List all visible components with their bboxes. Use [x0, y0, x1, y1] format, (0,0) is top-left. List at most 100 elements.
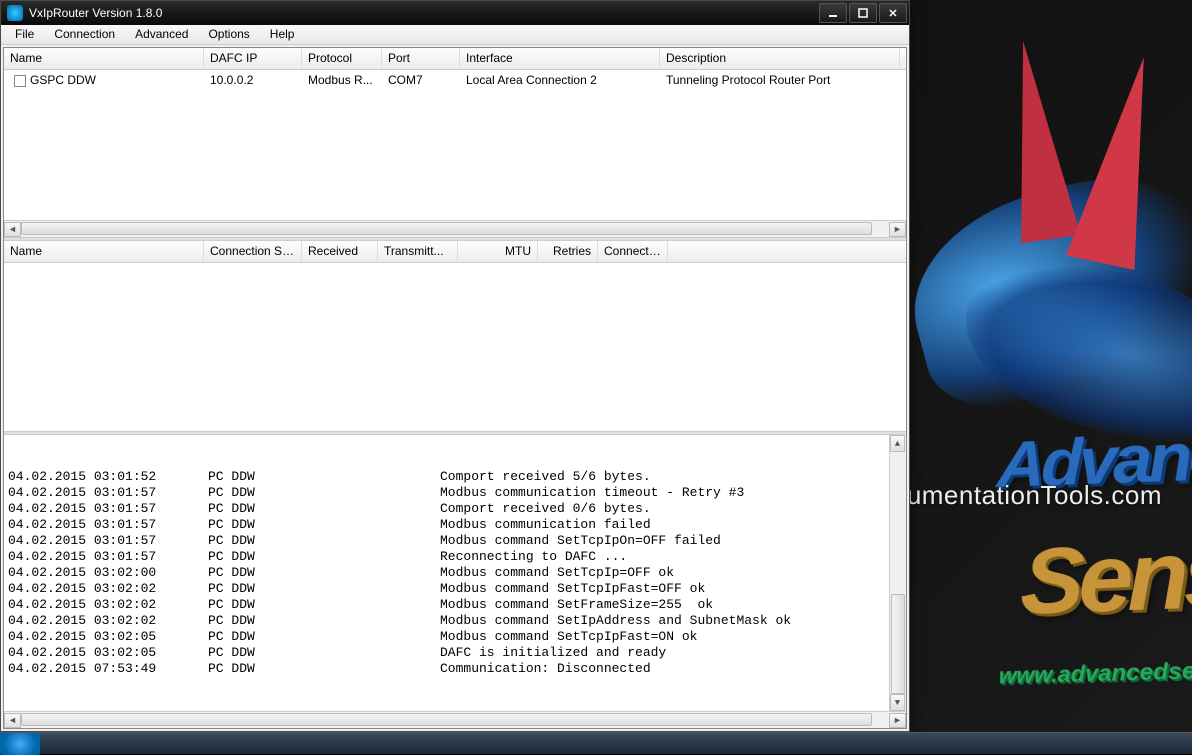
- column-header[interactable]: Connecti...: [598, 241, 668, 262]
- log-message: Modbus command SetTcpIp=OFF ok: [440, 565, 902, 581]
- window-title: VxIpRouter Version 1.8.0: [29, 6, 819, 20]
- log-line: 04.02.2015 03:02:05PC DDWDAFC is initial…: [8, 645, 902, 661]
- scroll-up-button[interactable]: ▲: [890, 435, 905, 452]
- close-button[interactable]: [879, 3, 907, 23]
- column-header[interactable]: Connection St...: [204, 241, 302, 262]
- scroll-down-button[interactable]: ▼: [890, 694, 905, 711]
- log-message: Comport received 5/6 bytes.: [440, 469, 902, 485]
- app-window: VxIpRouter Version 1.8.0 File Connection…: [0, 0, 910, 732]
- desktop-3d-logo: Advanc Sens www.advancedsens: [892, 40, 1192, 690]
- log-source: PC DDW: [208, 629, 440, 645]
- log-source: PC DDW: [208, 581, 440, 597]
- table-cell: Local Area Connection 2: [460, 71, 660, 89]
- content-area: NameDAFC IPProtocolPortInterfaceDescript…: [3, 47, 907, 729]
- log-timestamp: 04.02.2015 03:02:02: [8, 581, 208, 597]
- top-horizontal-scrollbar[interactable]: ◄ ►: [4, 220, 906, 237]
- scroll-thumb[interactable]: [21, 713, 872, 726]
- log-vertical-scrollbar[interactable]: ▲ ▼: [889, 435, 906, 711]
- log-message: Reconnecting to DAFC ...: [440, 549, 902, 565]
- table-cell: GSPC DDW: [4, 71, 204, 89]
- log-message: DAFC is initialized and ready: [440, 645, 902, 661]
- log-source: PC DDW: [208, 549, 440, 565]
- log-timestamp: 04.02.2015 03:02:02: [8, 597, 208, 613]
- column-header[interactable]: Transmitt...: [378, 241, 458, 262]
- log-horizontal-scrollbar[interactable]: ◄ ►: [4, 711, 906, 728]
- log-line: 04.02.2015 03:01:52PC DDWComport receive…: [8, 469, 902, 485]
- log-timestamp: 04.02.2015 07:53:49: [8, 661, 208, 677]
- log-source: PC DDW: [208, 645, 440, 661]
- log-message: Modbus command SetTcpIpFast=OFF ok: [440, 581, 902, 597]
- log-timestamp: 04.02.2015 03:01:57: [8, 485, 208, 501]
- scroll-thumb[interactable]: [21, 222, 872, 235]
- column-header[interactable]: Retries: [538, 241, 598, 262]
- table-row[interactable]: GSPC DDW10.0.0.2Modbus R...COM7Local Are…: [4, 70, 906, 90]
- log-timestamp: 04.02.2015 03:02:05: [8, 645, 208, 661]
- log-timestamp: 04.02.2015 03:01:57: [8, 501, 208, 517]
- column-header[interactable]: Protocol: [302, 48, 382, 69]
- vscroll-thumb[interactable]: [891, 594, 905, 694]
- column-header[interactable]: Name: [4, 48, 204, 69]
- log-line: 04.02.2015 03:01:57PC DDWModbus communic…: [8, 517, 902, 533]
- log-message: Modbus command SetTcpIpFast=ON ok: [440, 629, 902, 645]
- log-timestamp: 04.02.2015 03:01:57: [8, 517, 208, 533]
- menu-file[interactable]: File: [5, 25, 44, 43]
- scroll-track[interactable]: [21, 713, 889, 728]
- log-source: PC DDW: [208, 501, 440, 517]
- scroll-left-button[interactable]: ◄: [4, 713, 21, 728]
- log-timestamp: 04.02.2015 03:01:57: [8, 533, 208, 549]
- log-message: Modbus command SetTcpIpOn=OFF failed: [440, 533, 902, 549]
- log-source: PC DDW: [208, 565, 440, 581]
- taskbar[interactable]: [0, 732, 1192, 754]
- log-line: 04.02.2015 03:02:02PC DDWModbus command …: [8, 581, 902, 597]
- row-checkbox[interactable]: [14, 75, 26, 87]
- log-source: PC DDW: [208, 661, 440, 677]
- log-message: Modbus command SetIpAddress and SubnetMa…: [440, 613, 902, 629]
- logo-text-sens: Sens: [1017, 519, 1192, 638]
- menubar: File Connection Advanced Options Help: [1, 25, 909, 45]
- table-cell: COM7: [382, 71, 460, 89]
- mid-table-body[interactable]: [4, 263, 906, 431]
- log-source: PC DDW: [208, 613, 440, 629]
- table-cell: 10.0.0.2: [204, 71, 302, 89]
- log-source: PC DDW: [208, 517, 440, 533]
- log-line: 04.02.2015 03:02:02PC DDWModbus command …: [8, 597, 902, 613]
- mid-table-header: NameConnection St...ReceivedTransmitt...…: [4, 241, 906, 263]
- table-cell: Modbus R...: [302, 71, 382, 89]
- top-table-body[interactable]: GSPC DDW10.0.0.2Modbus R...COM7Local Are…: [4, 70, 906, 220]
- log-source: PC DDW: [208, 469, 440, 485]
- log-area[interactable]: 04.02.2015 03:01:52PC DDWComport receive…: [4, 435, 906, 711]
- scroll-left-button[interactable]: ◄: [4, 222, 21, 237]
- log-timestamp: 04.02.2015 03:01:57: [8, 549, 208, 565]
- log-source: PC DDW: [208, 485, 440, 501]
- app-icon: [7, 5, 23, 21]
- log-message: Modbus communication failed: [440, 517, 902, 533]
- minimize-button[interactable]: [819, 3, 847, 23]
- log-source: PC DDW: [208, 533, 440, 549]
- column-header[interactable]: Name: [4, 241, 204, 262]
- log-timestamp: 04.02.2015 03:02:05: [8, 629, 208, 645]
- menu-advanced[interactable]: Advanced: [125, 25, 198, 43]
- column-header[interactable]: DAFC IP: [204, 48, 302, 69]
- scroll-right-button[interactable]: ►: [889, 222, 906, 237]
- log-line: 04.02.2015 03:01:57PC DDWModbus communic…: [8, 485, 902, 501]
- log-line: 04.02.2015 03:02:02PC DDWModbus command …: [8, 613, 902, 629]
- column-header[interactable]: Received: [302, 241, 378, 262]
- start-button[interactable]: [0, 733, 40, 755]
- menu-help[interactable]: Help: [260, 25, 305, 43]
- titlebar[interactable]: VxIpRouter Version 1.8.0: [1, 1, 909, 25]
- column-header[interactable]: Interface: [460, 48, 660, 69]
- log-line: 04.02.2015 03:01:57PC DDWReconnecting to…: [8, 549, 902, 565]
- maximize-button[interactable]: [849, 3, 877, 23]
- column-header[interactable]: Port: [382, 48, 460, 69]
- scroll-right-button[interactable]: ►: [889, 713, 906, 728]
- log-line: 04.02.2015 03:01:57PC DDWModbus command …: [8, 533, 902, 549]
- column-header[interactable]: MTU: [458, 241, 538, 262]
- column-header[interactable]: Description: [660, 48, 900, 69]
- menu-options[interactable]: Options: [198, 25, 259, 43]
- log-line: 04.02.2015 03:02:00PC DDWModbus command …: [8, 565, 902, 581]
- log-message: Modbus communication timeout - Retry #3: [440, 485, 902, 501]
- logo-url: www.advancedsens: [998, 657, 1192, 690]
- menu-connection[interactable]: Connection: [44, 25, 125, 43]
- log-message: Comport received 0/6 bytes.: [440, 501, 902, 517]
- scroll-track[interactable]: [21, 222, 889, 237]
